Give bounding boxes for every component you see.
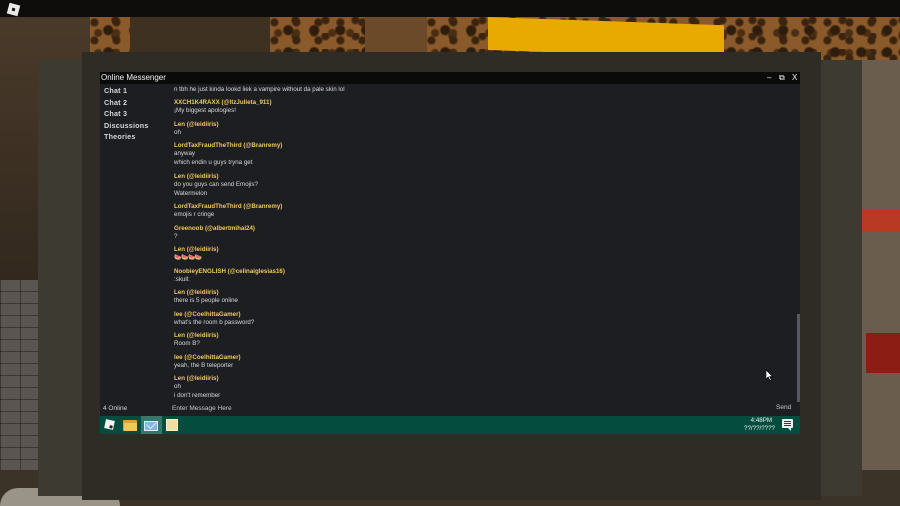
message-username: Len (@leidiiris) — [174, 375, 219, 382]
message-username: Len (@leidiiris) — [174, 246, 219, 253]
close-icon[interactable]: X — [792, 72, 797, 83]
sidebar-item-chat-2[interactable]: Chat 2 — [104, 98, 127, 107]
message-text: anyway — [174, 150, 195, 157]
message-text: i don't remember — [174, 392, 221, 399]
messenger-window: Online Messenger – ⧉ X Chat 1 Chat 2 Cha… — [100, 72, 800, 416]
message-username: LordTaxFraudTheThird (@Branremy) — [174, 203, 283, 210]
mail-icon[interactable] — [144, 418, 158, 432]
send-button[interactable]: Send — [776, 404, 791, 411]
right-wall — [860, 60, 900, 506]
message-text: there is 5 people online — [174, 297, 238, 304]
message-text: :skull: — [174, 276, 190, 283]
sidebar-item-discussions[interactable]: Discussions — [104, 121, 149, 130]
message-text: ? — [174, 233, 178, 240]
message-username: NoobieyENGLISH (@celinaiglesias16) — [174, 268, 285, 275]
channel-sidebar: Chat 1 Chat 2 Chat 3 Discussions Theorie… — [100, 84, 170, 402]
message-text: do you guys can send Emojis? — [174, 181, 258, 188]
red-block — [866, 333, 900, 373]
message-username: Greenoob (@albertmihai24) — [174, 225, 255, 232]
message-username: XXCH1K4RAXX (@ItzJulieta_911) — [174, 99, 272, 106]
watermelon-emoji-icon: 🍉🍉🍉🍉 — [174, 255, 202, 261]
message-text: what's the room b password? — [174, 319, 255, 326]
message-username: Len (@leidiiris) — [174, 332, 219, 339]
notes-icon[interactable] — [165, 418, 179, 432]
red-shelf — [862, 210, 900, 232]
online-count: 4 Online — [103, 405, 128, 412]
mouse-cursor-icon — [766, 370, 774, 381]
restore-icon[interactable]: ⧉ — [779, 72, 785, 83]
message-text: Watermelon — [174, 190, 208, 197]
message-username: LordTaxFraudTheThird (@Branremy) — [174, 142, 283, 149]
message-text: Room B? — [174, 340, 200, 347]
title-bar[interactable]: Online Messenger – ⧉ X — [100, 72, 800, 84]
minimize-icon[interactable]: – — [767, 72, 771, 83]
compose-bar: 4 Online Send — [100, 402, 800, 416]
chat-log[interactable]: n tbh he just kinda lookd liek a vampire… — [170, 84, 798, 402]
message-text: oh — [174, 129, 181, 136]
clock-date: ??/??/???? — [744, 425, 775, 432]
message-text: ¡My biggest apologies! — [174, 107, 236, 114]
sidebar-item-chat-1[interactable]: Chat 1 — [104, 86, 127, 95]
sidebar-item-chat-3[interactable]: Chat 3 — [104, 109, 127, 118]
message-text: n tbh he just kinda lookd liek a vampire… — [174, 86, 345, 93]
roblox-top-bar — [0, 0, 900, 17]
sidebar-item-theories[interactable]: Theories — [104, 132, 136, 141]
message-username: lee (@CoelhittaGamer) — [174, 311, 241, 318]
chat-scrollbar[interactable] — [797, 314, 800, 404]
message-username: lee (@CoelhittaGamer) — [174, 354, 241, 361]
clock-time: 4:48PM — [750, 417, 772, 424]
folder-icon[interactable] — [123, 418, 137, 432]
taskbar: 4:48PM ??/??/???? — [100, 416, 800, 434]
message-text: emojis r cringe — [174, 211, 215, 218]
notification-icon[interactable] — [781, 418, 795, 432]
message-username: Len (@leidiiris) — [174, 289, 219, 296]
message-text: oh — [174, 383, 181, 390]
message-username: Len (@leidiiris) — [174, 121, 219, 128]
message-text: yeah, the B teleporter — [174, 362, 234, 369]
message-text: which endin u guys tryna get — [174, 159, 253, 166]
start-icon[interactable] — [103, 418, 117, 432]
crate — [365, 17, 427, 53]
message-input[interactable] — [170, 403, 774, 414]
message-username: Len (@leidiiris) — [174, 173, 219, 180]
window-title: Online Messenger — [101, 73, 166, 82]
